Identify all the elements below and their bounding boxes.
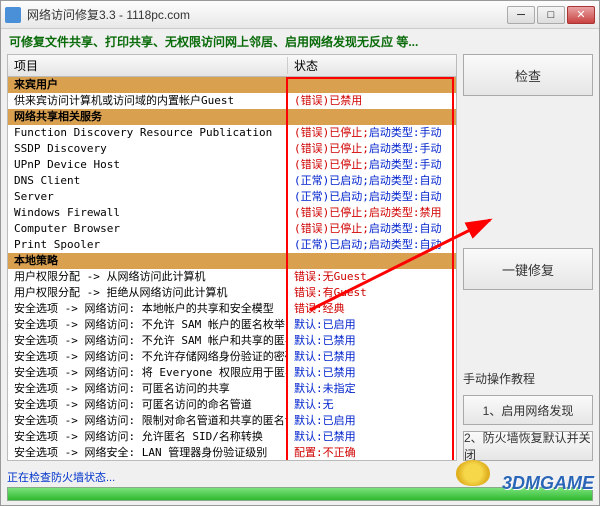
item-label: Print Spooler — [8, 237, 288, 253]
item-label: UPnP Device Host — [8, 157, 288, 173]
item-status: (错误)已停止;启动类型:禁用 — [288, 205, 456, 221]
item-label: 用户权限分配 -> 拒绝从网络访问此计算机 — [8, 285, 288, 301]
maximize-button[interactable]: □ — [537, 6, 565, 24]
list-item[interactable]: UPnP Device Host(错误)已停止;启动类型:手动 — [8, 157, 456, 173]
list-item[interactable]: 安全选项 -> 网络访问: 限制对命名管道和共享的匿名访问默认:已启用 — [8, 413, 456, 429]
right-panel: 检查 一键修复 手动操作教程 1、启用网络发现 2、防火墙恢复默认并关闭 — [463, 54, 593, 461]
list-item[interactable]: DNS Client(正常)已启动;启动类型:自动 — [8, 173, 456, 189]
item-status: (正常)已启动;启动类型:自动 — [288, 189, 456, 205]
item-status: 默认:无 — [288, 397, 456, 413]
list-item[interactable]: Server(正常)已启动;启动类型:自动 — [8, 189, 456, 205]
item-status: 配置:不正确 — [288, 445, 456, 460]
firewall-reset-button[interactable]: 2、防火墙恢复默认并关闭 — [463, 431, 593, 461]
item-status: (错误)已停止;启动类型:手动 — [288, 157, 456, 173]
item-status: 错误:无Guest — [288, 269, 456, 285]
titlebar: 网络访问修复3.3 - 1118pc.com ─ □ ✕ — [1, 1, 599, 29]
item-label: 本地策略 — [8, 253, 288, 269]
section-header: 网络共享相关服务 — [8, 109, 456, 125]
list-item[interactable]: 安全选项 -> 网络访问: 允许匿名 SID/名称转换默认:已禁用 — [8, 429, 456, 445]
enable-discovery-button[interactable]: 1、启用网络发现 — [463, 395, 593, 425]
item-label: 安全选项 -> 网络访问: 不允许 SAM 帐户和共享的匿名枚举 — [8, 333, 288, 349]
section-header: 本地策略 — [8, 253, 456, 269]
list-item[interactable]: 安全选项 -> 网络访问: 将 Everyone 权限应用于匿名用户默认:已禁用 — [8, 365, 456, 381]
list-item[interactable]: Windows Firewall(错误)已停止;启动类型:禁用 — [8, 205, 456, 221]
item-status: 默认:已禁用 — [288, 365, 456, 381]
item-status: 错误:经典 — [288, 301, 456, 317]
header-col-item[interactable]: 项目 — [8, 57, 288, 74]
item-label: Computer Browser — [8, 221, 288, 237]
app-icon — [5, 7, 21, 23]
item-status: (错误)已停止;启动类型:手动 — [288, 125, 456, 141]
subtitle: 可修复文件共享、打印共享、无权限访问网上邻居、启用网络发现无反应 等... — [1, 29, 599, 54]
watermark-mascot — [456, 460, 490, 486]
item-label: 来宾用户 — [8, 77, 288, 93]
item-label: 安全选项 -> 网络访问: 可匿名访问的共享 — [8, 381, 288, 397]
item-label: 安全选项 -> 网络访问: 允许匿名 SID/名称转换 — [8, 429, 288, 445]
app-window: 网络访问修复3.3 - 1118pc.com ─ □ ✕ 可修复文件共享、打印共… — [0, 0, 600, 506]
item-label: 供来宾访问计算机或访问域的内置帐户Guest — [8, 93, 288, 109]
item-label: Function Discovery Resource Publication — [8, 125, 288, 141]
item-label: 安全选项 -> 网络访问: 限制对命名管道和共享的匿名访问 — [8, 413, 288, 429]
list-item[interactable]: Function Discovery Resource Publication(… — [8, 125, 456, 141]
header-col-status[interactable]: 状态 — [288, 57, 456, 74]
item-status: (正常)已启动;启动类型:自动 — [288, 173, 456, 189]
item-label: 安全选项 -> 网络访问: 不允许存储网络身份验证的密码和凭据 — [8, 349, 288, 365]
section-header: 来宾用户 — [8, 77, 456, 93]
list-item[interactable]: Computer Browser(错误)已停止;启动类型:自动 — [8, 221, 456, 237]
item-status: (错误)已停止;启动类型:手动 — [288, 141, 456, 157]
item-status: 默认:已启用 — [288, 317, 456, 333]
list-item[interactable]: 用户权限分配 -> 从网络访问此计算机错误:无Guest — [8, 269, 456, 285]
list-item[interactable]: 用户权限分配 -> 拒绝从网络访问此计算机错误:有Guest — [8, 285, 456, 301]
list-body[interactable]: 来宾用户供来宾访问计算机或访问域的内置帐户Guest(错误)已禁用网络共享相关服… — [8, 77, 456, 460]
item-label: SSDP Discovery — [8, 141, 288, 157]
content-area: 项目 状态 来宾用户供来宾访问计算机或访问域的内置帐户Guest(错误)已禁用网… — [1, 54, 599, 467]
item-status: 默认:已启用 — [288, 413, 456, 429]
item-label: 安全选项 -> 网络访问: 本地帐户的共享和安全模型 — [8, 301, 288, 317]
list-header: 项目 状态 — [8, 55, 456, 77]
item-label: 安全选项 -> 网络安全: LAN 管理器身份验证级别 — [8, 445, 288, 460]
item-status: 默认:未指定 — [288, 381, 456, 397]
item-status: 错误:有Guest — [288, 285, 456, 301]
check-button[interactable]: 检查 — [463, 54, 593, 96]
item-label: 安全选项 -> 网络访问: 可匿名访问的命名管道 — [8, 397, 288, 413]
list-item[interactable]: 安全选项 -> 网络访问: 本地帐户的共享和安全模型错误:经典 — [8, 301, 456, 317]
minimize-button[interactable]: ─ — [507, 6, 535, 24]
list-item[interactable]: 安全选项 -> 网络访问: 可匿名访问的命名管道默认:无 — [8, 397, 456, 413]
list-item[interactable]: 安全选项 -> 网络访问: 可匿名访问的共享默认:未指定 — [8, 381, 456, 397]
item-status: 默认:已禁用 — [288, 429, 456, 445]
manual-label: 手动操作教程 — [463, 368, 593, 389]
list-item[interactable]: Print Spooler(正常)已启动;启动类型:自动 — [8, 237, 456, 253]
list-item[interactable]: 安全选项 -> 网络安全: LAN 管理器身份验证级别配置:不正确 — [8, 445, 456, 460]
item-status: (错误)已禁用 — [288, 93, 456, 109]
item-label: 用户权限分配 -> 从网络访问此计算机 — [8, 269, 288, 285]
list-item[interactable]: 安全选项 -> 网络访问: 不允许存储网络身份验证的密码和凭据默认:已禁用 — [8, 349, 456, 365]
list-item[interactable]: 供来宾访问计算机或访问域的内置帐户Guest(错误)已禁用 — [8, 93, 456, 109]
window-title: 网络访问修复3.3 - 1118pc.com — [27, 6, 505, 23]
item-status: (错误)已停止;启动类型:自动 — [288, 221, 456, 237]
list-item[interactable]: SSDP Discovery(错误)已停止;启动类型:手动 — [8, 141, 456, 157]
item-label: 安全选项 -> 网络访问: 将 Everyone 权限应用于匿名用户 — [8, 365, 288, 381]
list-panel: 项目 状态 来宾用户供来宾访问计算机或访问域的内置帐户Guest(错误)已禁用网… — [7, 54, 457, 461]
item-status: (正常)已启动;启动类型:自动 — [288, 237, 456, 253]
item-label: 网络共享相关服务 — [8, 109, 288, 125]
fix-button[interactable]: 一键修复 — [463, 248, 593, 290]
list-item[interactable]: 安全选项 -> 网络访问: 不允许 SAM 帐户的匿名枚举默认:已启用 — [8, 317, 456, 333]
watermark-text: 3DMGAME — [502, 473, 594, 494]
item-label: 安全选项 -> 网络访问: 不允许 SAM 帐户的匿名枚举 — [8, 317, 288, 333]
item-label: DNS Client — [8, 173, 288, 189]
item-status: 默认:已禁用 — [288, 333, 456, 349]
item-label: Server — [8, 189, 288, 205]
list-item[interactable]: 安全选项 -> 网络访问: 不允许 SAM 帐户和共享的匿名枚举默认:已禁用 — [8, 333, 456, 349]
item-status: 默认:已禁用 — [288, 349, 456, 365]
item-label: Windows Firewall — [8, 205, 288, 221]
close-button[interactable]: ✕ — [567, 6, 595, 24]
